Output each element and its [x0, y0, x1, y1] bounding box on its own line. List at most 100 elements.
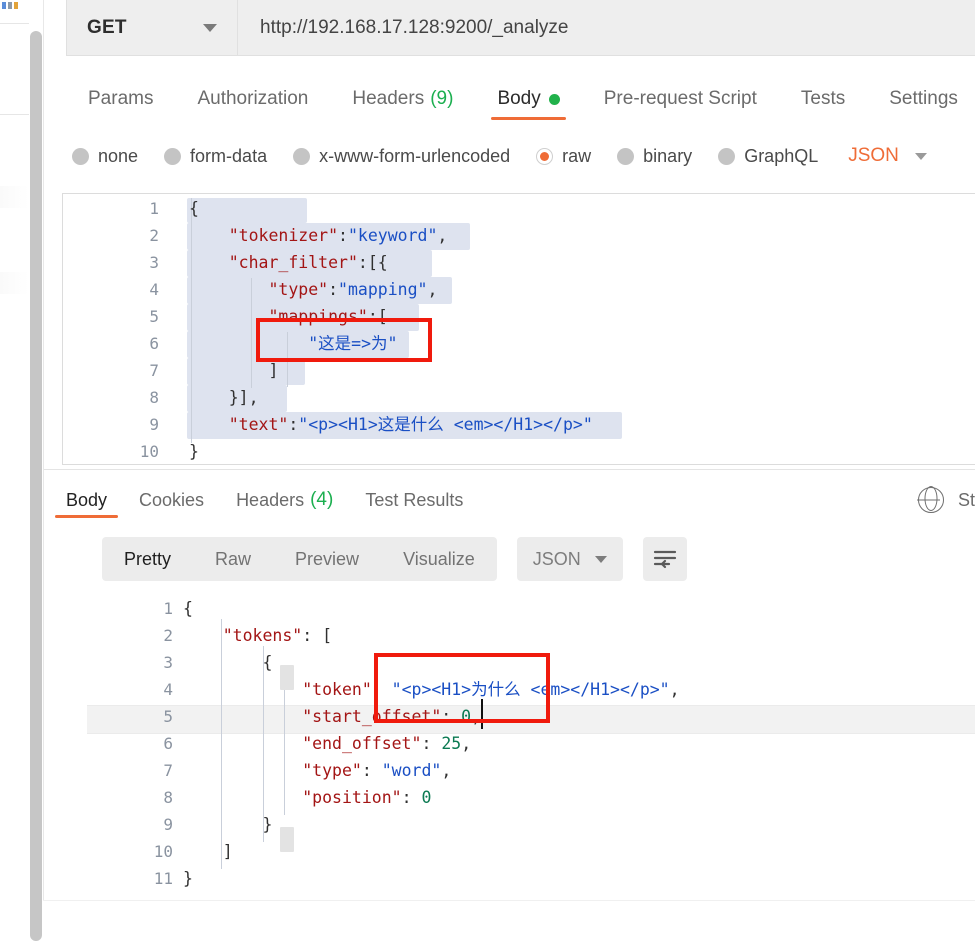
line-number: 4 [149, 280, 159, 299]
line-number: 2 [163, 626, 173, 645]
line-number: 5 [149, 307, 159, 326]
body-type-label: form-data [190, 145, 268, 166]
response-tab-body[interactable]: Body [50, 474, 123, 526]
tab-label: Headers [236, 489, 305, 510]
tab-params[interactable]: Params [66, 70, 175, 128]
view-mode-preview[interactable]: Preview [273, 537, 381, 581]
code-line: ] [183, 842, 233, 861]
tab-label: Pre-request Script [603, 88, 757, 109]
tab-label: Authorization [197, 88, 309, 109]
headers-count-badge: (9) [430, 88, 454, 109]
app-logo-chip [2, 2, 24, 10]
request-format-dropdown[interactable]: JSON [848, 145, 899, 167]
body-type-raw[interactable]: raw [536, 146, 591, 167]
line-number: 4 [163, 680, 173, 699]
code-line: "这是=>为" [308, 334, 398, 353]
window-scrollbar-thumb[interactable] [30, 31, 42, 941]
line-number: 6 [163, 734, 173, 753]
postman-window: GET http://192.168.17.128:9200/_analyze … [0, 0, 975, 941]
code-line: "tokens": [ [222, 626, 333, 645]
tab-tests[interactable]: Tests [779, 70, 867, 128]
body-type-graphql[interactable]: GraphQL [718, 146, 818, 167]
chevron-down-icon[interactable] [914, 152, 927, 160]
code-line: ] [189, 361, 279, 380]
body-type-binary[interactable]: binary [617, 146, 692, 167]
radio-icon [72, 147, 89, 165]
view-mode-pretty[interactable]: Pretty [102, 537, 193, 581]
line-number: 11 [153, 869, 173, 888]
left-panel-sliver [0, 0, 29, 941]
body-type-label: raw [562, 145, 592, 166]
code-line: "end_offset": 25, [302, 734, 472, 753]
view-mode-raw[interactable]: Raw [193, 537, 273, 581]
view-mode-label: Pretty [124, 548, 172, 569]
response-tab-cookies[interactable]: Cookies [123, 474, 220, 526]
code-line: { [189, 199, 199, 218]
response-tab-test-results[interactable]: Test Results [349, 474, 479, 526]
radio-icon [617, 147, 635, 165]
code-line: "char_filter":[{ [228, 253, 388, 272]
code-line: } [183, 869, 193, 888]
code-line: "position": 0 [302, 788, 432, 807]
line-number: 9 [149, 415, 159, 434]
url-text: http://192.168.17.128:9200/_analyze [260, 16, 569, 38]
request-response-pane: GET http://192.168.17.128:9200/_analyze … [43, 0, 975, 941]
url-input[interactable]: http://192.168.17.128:9200/_analyze [238, 0, 975, 56]
tab-label: Tests [800, 88, 846, 109]
body-type-label: GraphQL [744, 145, 819, 166]
code-line: { [183, 653, 273, 672]
tab-body[interactable]: Body [475, 70, 581, 128]
code-line: "tokenizer":"keyword", [228, 226, 448, 245]
body-type-label: none [98, 145, 139, 166]
url-bar: GET http://192.168.17.128:9200/_analyze [66, 0, 975, 56]
request-body-editor[interactable]: 1 2 3 4 5 6 7 8 9 10 { "tokenizer":"keyw… [62, 193, 975, 465]
code-line: "type": "word", [302, 761, 452, 780]
radio-icon [293, 147, 311, 165]
line-number: 7 [149, 361, 159, 380]
wrap-lines-button[interactable] [642, 537, 687, 581]
view-mode-visualize[interactable]: Visualize [381, 537, 497, 581]
response-tab-headers[interactable]: Headers (4) [220, 474, 349, 526]
tab-pre-request-script[interactable]: Pre-request Script [582, 70, 779, 128]
body-type-urlencoded[interactable]: x-www-form-urlencoded [293, 146, 510, 167]
line-number: 1 [163, 599, 173, 618]
tab-label: Headers [352, 88, 425, 109]
line-number: 9 [163, 815, 173, 834]
tab-settings[interactable]: Settings [867, 70, 975, 128]
pane-divider [44, 469, 975, 470]
response-body-editor[interactable]: 1 2 3 4 5 6 7 8 9 10 11 { "tokens": [ { … [87, 592, 975, 941]
http-method-label: GET [87, 16, 127, 38]
request-tab-bar: Params Authorization Headers (9) Body Pr… [44, 70, 975, 128]
response-tab-bar: Body Cookies Headers (4) Test Results [44, 474, 975, 526]
code-line: } [183, 815, 273, 834]
http-method-dropdown[interactable]: GET [66, 0, 238, 56]
response-status-label: St [957, 489, 975, 510]
tab-authorization[interactable]: Authorization [175, 70, 330, 128]
line-number: 3 [163, 653, 173, 672]
chevron-down-icon [594, 555, 607, 563]
response-status-area: St [917, 474, 975, 526]
line-number: 7 [163, 761, 173, 780]
body-present-dot-icon [548, 93, 560, 105]
radio-icon [164, 147, 182, 165]
code-line: }], [189, 388, 259, 407]
body-type-none[interactable]: none [72, 146, 138, 167]
response-format-dropdown[interactable]: JSON [516, 537, 623, 581]
text-caret [481, 699, 483, 729]
radio-selected-icon [536, 147, 554, 165]
response-view-toolbar: Pretty Raw Preview Visualize JSON [102, 537, 687, 581]
body-type-selector: none form-data x-www-form-urlencoded raw… [44, 132, 975, 180]
code-line: "mappings":[ [268, 307, 388, 326]
response-view-modes: Pretty Raw Preview Visualize [102, 537, 497, 581]
code-line: "text":"<p><H1>这是什么 <em></H1></p>" [228, 415, 593, 434]
tab-label: Params [88, 88, 154, 109]
code-line: "token": "<p><H1>为什么 <em></H1></p>", [302, 680, 680, 699]
tab-label: Test Results [365, 489, 464, 510]
line-number: 2 [149, 226, 159, 245]
code-line: "start_offset": 0, [302, 707, 482, 726]
body-type-form-data[interactable]: form-data [164, 146, 267, 167]
tab-headers[interactable]: Headers (9) [330, 70, 475, 128]
radio-icon [718, 147, 736, 165]
code-line: "type":"mapping", [268, 280, 438, 299]
wrap-lines-icon [653, 550, 676, 569]
